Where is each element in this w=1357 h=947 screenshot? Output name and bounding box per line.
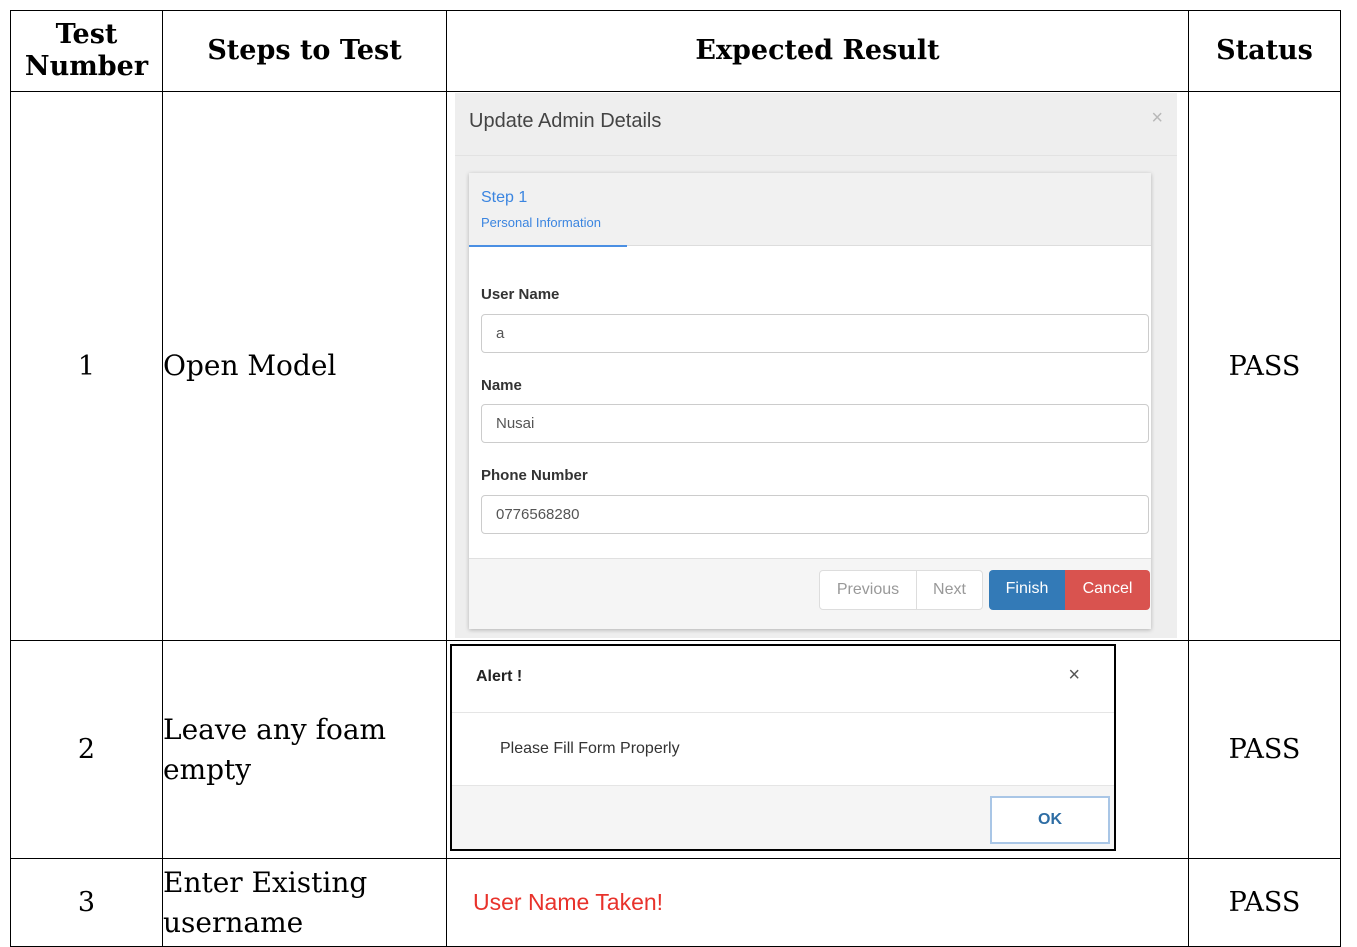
step-subtitle: Personal Information [481, 215, 601, 230]
ok-button[interactable]: OK [990, 796, 1110, 844]
status-cell: PASS [1188, 858, 1341, 947]
test-number-cell: 2 [10, 640, 163, 859]
step-title: Step 1 [481, 189, 528, 206]
status-cell: PASS [1188, 91, 1341, 641]
modal-header: Update Admin Details × [455, 93, 1177, 156]
wizard-step-1[interactable]: Step 1 Personal Information [469, 173, 627, 247]
steps-cell: Open Model [162, 91, 447, 641]
header-row: Test Number Steps to Test Expected Resul… [10, 10, 1341, 92]
update-admin-modal: Update Admin Details × Step 1 Personal I… [455, 93, 1177, 638]
username-taken-message: User Name Taken! [473, 889, 664, 915]
username-input[interactable]: a [481, 314, 1149, 353]
cancel-button[interactable]: Cancel [1065, 570, 1150, 610]
test-number-cell: 1 [10, 91, 163, 641]
expected-cell: Update Admin Details × Step 1 Personal I… [446, 91, 1189, 641]
username-label: User Name [481, 286, 560, 303]
header-expected: Expected Result [446, 10, 1189, 92]
name-input[interactable]: Nusai [481, 404, 1149, 443]
alert-title: Alert ! [476, 668, 523, 685]
name-label: Name [481, 377, 522, 394]
phone-input[interactable]: 0776568280 [481, 495, 1149, 534]
finish-button[interactable]: Finish [989, 570, 1065, 610]
close-icon[interactable]: × [1068, 664, 1080, 687]
alert-message: Please Fill Form Properly [500, 740, 680, 757]
table-row: 2 Leave any foam empty Alert ! × Please … [10, 640, 1341, 859]
alert-modal: Alert ! × Please Fill Form Properly OK [450, 644, 1116, 851]
wizard-footer: Previous Next Finish Cancel [469, 558, 1151, 629]
table-row: 3 Enter Existing username User Name Take… [10, 858, 1341, 947]
modal-title: Update Admin Details [469, 110, 662, 132]
test-case-table: Test Number Steps to Test Expected Resul… [10, 10, 1341, 947]
previous-button[interactable]: Previous [819, 570, 917, 610]
steps-cell: Enter Existing username [162, 858, 447, 947]
phone-label: Phone Number [481, 467, 588, 484]
steps-cell: Leave any foam empty [162, 640, 447, 859]
header-test-number: Test Number [10, 10, 163, 92]
status-cell: PASS [1188, 640, 1341, 859]
table-row: 1 Open Model Update Admin Details × Step… [10, 91, 1341, 641]
test-number-cell: 3 [10, 858, 163, 947]
header-steps: Steps to Test [162, 10, 447, 92]
alert-header: Alert ! × [452, 646, 1114, 713]
close-icon[interactable]: × [1151, 107, 1163, 130]
wizard-steps: Step 1 Personal Information [469, 173, 1151, 247]
header-status: Status [1188, 10, 1341, 92]
alert-footer: OK [452, 785, 1114, 849]
wizard-panel: Step 1 Personal Information User Name a … [469, 173, 1151, 629]
next-button[interactable]: Next [916, 570, 983, 610]
expected-cell: User Name Taken! [446, 858, 1189, 947]
expected-cell: Alert ! × Please Fill Form Properly OK [446, 640, 1189, 859]
